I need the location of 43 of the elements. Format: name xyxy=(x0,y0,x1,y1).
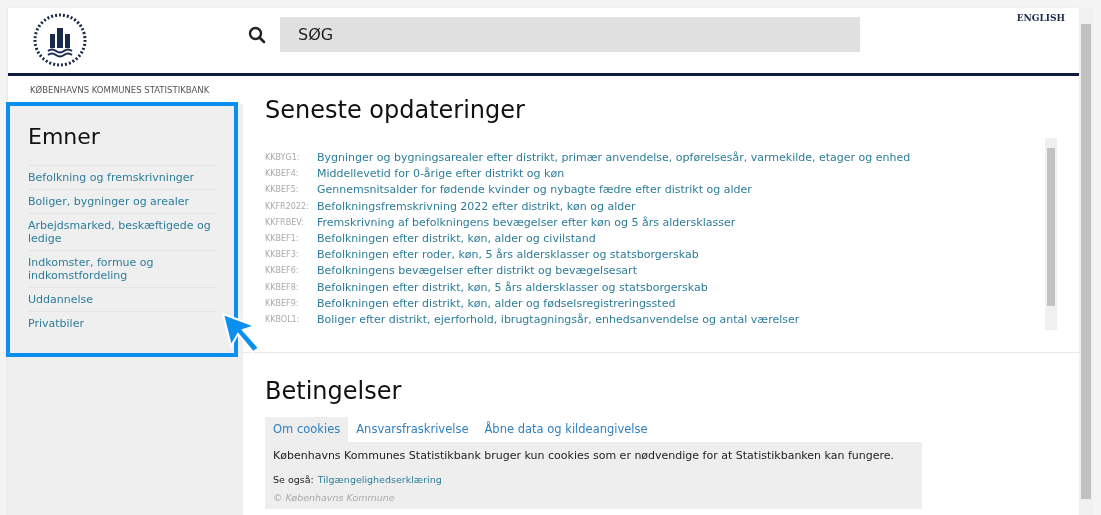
table-code: KKBOL1: xyxy=(265,314,301,327)
table-link[interactable]: Bygninger og bygningsarealer efter distrikt, primær anvendelse, opførelsesår, varmekilde, etager og enhed xyxy=(317,150,911,167)
table-link[interactable]: Befolkningen efter distrikt, køn, alder og civilstand xyxy=(317,231,596,248)
sidebar-link[interactable]: Befolkning og fremskrivninger xyxy=(28,171,216,184)
table-code: KKBEF1: xyxy=(265,233,300,245)
see-also-label: Se også: xyxy=(273,472,314,487)
scrollbar[interactable] xyxy=(1045,138,1057,330)
copyright-text: © Københavns Kommune xyxy=(273,491,396,505)
table-code: KKBEF9: xyxy=(265,297,300,310)
sidebar-link[interactable]: Indkomster, formue og indkomstfordeling xyxy=(28,256,216,282)
table-code: KKBEF6: xyxy=(265,265,300,278)
table-code: KKBEF5: xyxy=(265,184,300,197)
table-link[interactable]: Befolkningen efter roder, køn, 5 års aldersklasser og statsborgerskab xyxy=(317,247,699,264)
table-link[interactable]: Befolkningen efter distrikt, køn, 5 års aldersklasser og statsborgerskab xyxy=(317,279,708,296)
table-link[interactable]: Fremskrivning af befolkningens bevægelser efter køn og 5 års aldersklasser xyxy=(317,214,736,231)
accessibility-link[interactable]: Tilgængelighedserklæring xyxy=(317,472,442,487)
sidebar-link[interactable]: Boliger, bygninger og arealer xyxy=(28,195,216,208)
tab[interactable]: Om cookies xyxy=(265,417,349,443)
page-scrollbar[interactable] xyxy=(1079,8,1093,515)
breadcrumb-text: KØBENHAVNS KOMMUNES STATISTIKBANK xyxy=(30,83,210,97)
table-link[interactable]: Middellevetid for 0-årige efter distrikt og køn xyxy=(317,166,565,183)
table-code: KKBEF8: xyxy=(265,281,300,294)
table-code: KKBEF4: xyxy=(265,168,300,181)
cookie-text: Københavns Kommunes Statistikbank bruger kun cookies som er nødvendige for at Statistikbanken kan fungere. xyxy=(273,448,896,465)
search-button[interactable]: SØG xyxy=(280,17,860,52)
section-heading: Seneste opdateringer xyxy=(265,95,526,126)
table-link[interactable]: Befolkningen efter distrikt, køn, alder og fødselsregistreringssted xyxy=(317,295,676,313)
language-link[interactable]: ENGLISH xyxy=(1016,12,1065,26)
table-link[interactable]: Gennemsnitsalder for fødende kvinder og nybagte fædre efter distrikt og alder xyxy=(317,182,752,199)
table-code: KKFR2022: xyxy=(265,200,310,213)
sidebar-link[interactable]: Arbejdsmarked, beskæftigede og ledige xyxy=(28,219,216,245)
table-code: KKFRBEV: xyxy=(265,216,305,229)
table-link[interactable]: Befolkningens bevægelser efter distrikt og bevægelsesart xyxy=(317,263,637,280)
section-heading: Betingelser xyxy=(265,376,403,407)
table-link[interactable]: Boliger efter distrikt, ejerforhold, ibrugtagningsår, enhedsanvendelse og antal værelser xyxy=(317,312,800,329)
city-crest-logo xyxy=(32,12,88,68)
table-code: KKBEF3: xyxy=(265,249,300,262)
table-link[interactable]: Befolkningsfremskrivning 2022 efter distrikt, køn og alder xyxy=(317,198,636,215)
sidebar-title: Emner xyxy=(28,123,101,151)
table-code: KKBYG1: xyxy=(265,152,301,164)
sidebar-link[interactable]: Uddannelse xyxy=(28,293,216,306)
sidebar-link[interactable]: Privatbiler xyxy=(28,317,216,330)
search-icon[interactable] xyxy=(248,25,266,44)
